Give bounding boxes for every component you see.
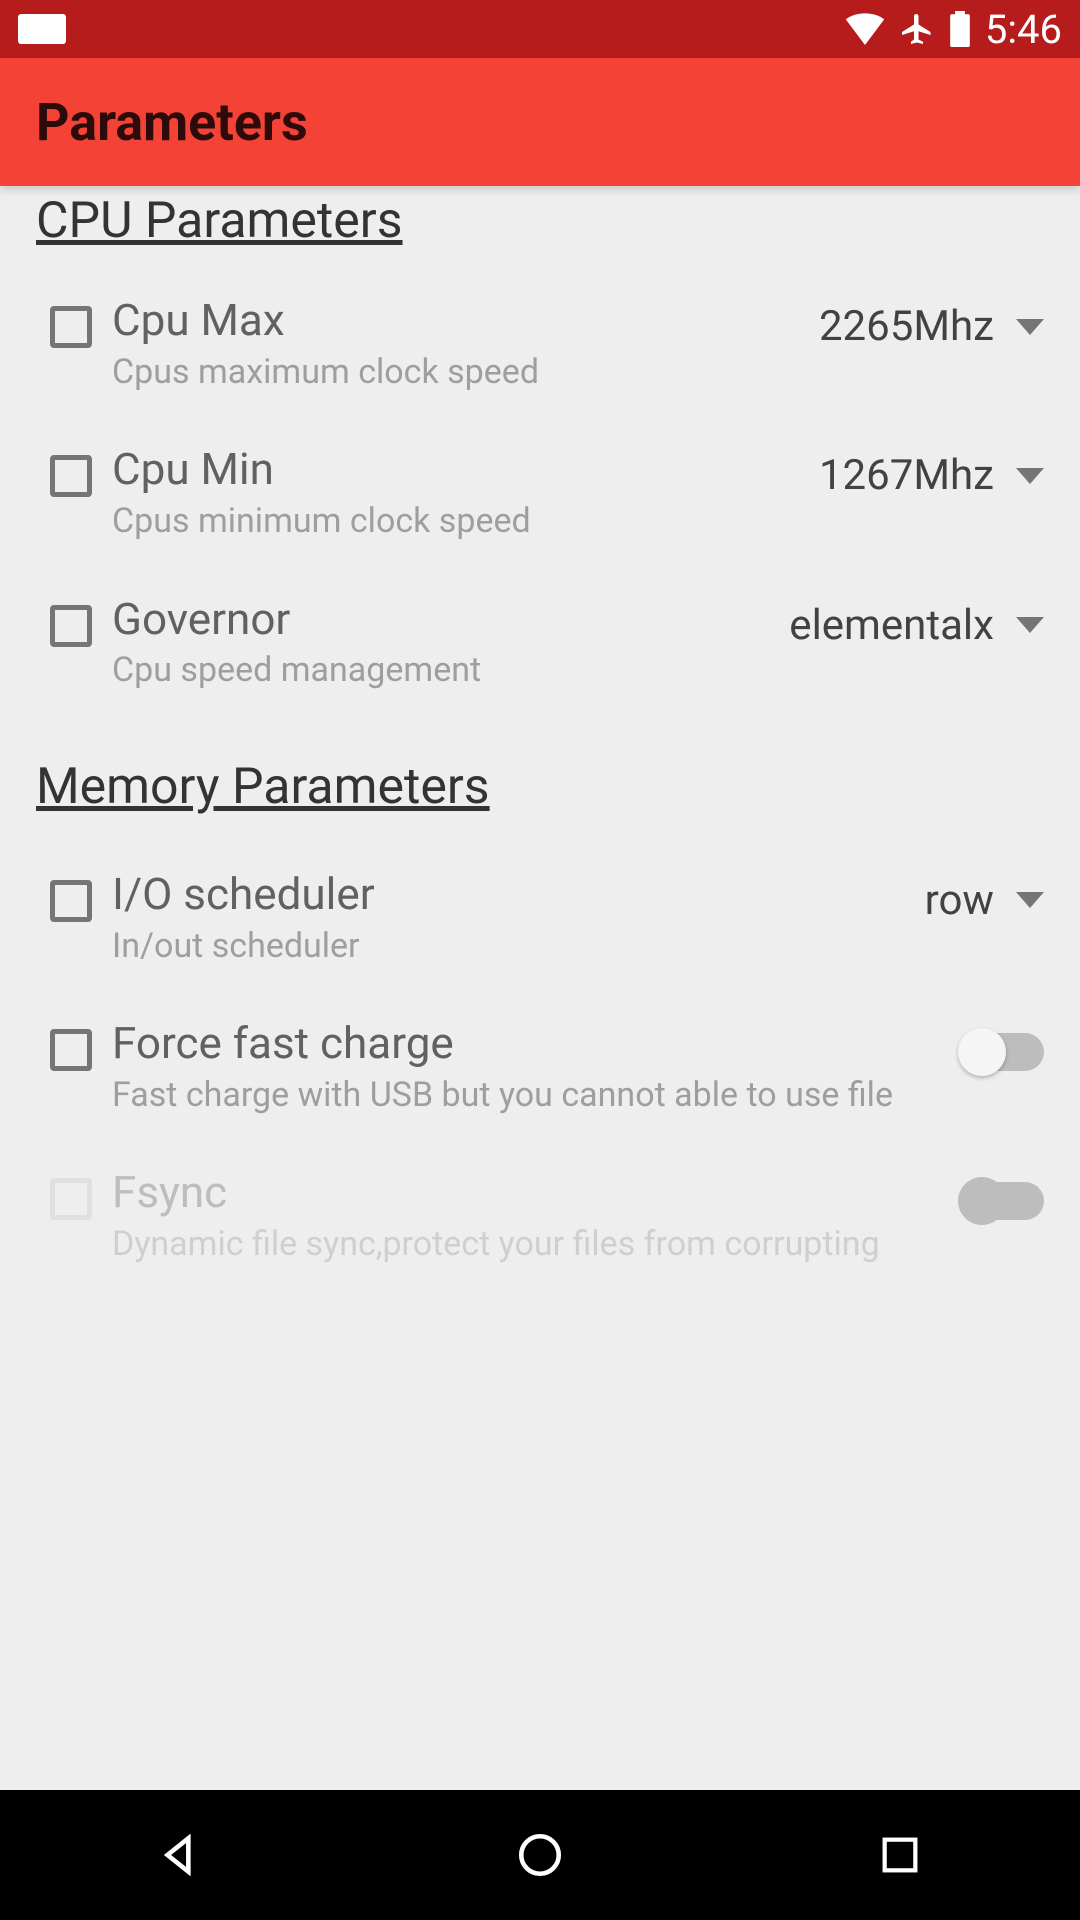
setting-text: Cpu Max Cpus maximum clock speed — [112, 294, 799, 393]
switch-knob — [958, 1177, 1006, 1225]
setting-sub: Cpus maximum clock speed — [112, 351, 789, 394]
checkbox-fast-charge[interactable] — [50, 1029, 92, 1071]
setting-sub: Cpus minimum clock speed — [112, 500, 789, 543]
setting-title: Cpu Min — [112, 443, 789, 496]
section-header-cpu: CPU Parameters — [0, 190, 1080, 270]
checkbox-io-scheduler[interactable] — [50, 880, 92, 922]
nav-recent-button[interactable] — [840, 1795, 960, 1915]
setting-cpu-min[interactable]: Cpu Min Cpus minimum clock speed 1267Mhz — [0, 419, 1080, 568]
nav-home-button[interactable] — [480, 1795, 600, 1915]
setting-title: Force fast charge — [112, 1017, 932, 1070]
switch-fast-charge[interactable] — [962, 1033, 1044, 1071]
battery-icon — [949, 11, 971, 47]
notification-icon — [18, 14, 66, 44]
chevron-down-icon — [1016, 892, 1044, 908]
home-icon — [515, 1830, 565, 1880]
setting-text: Force fast charge Fast charge with USB b… — [112, 1017, 942, 1116]
setting-fast-charge[interactable]: Force fast charge Fast charge with USB b… — [0, 993, 1080, 1142]
setting-title: Fsync — [112, 1166, 932, 1219]
setting-sub: Fast charge with USB but you cannot able… — [112, 1074, 932, 1117]
checkbox-governor[interactable] — [50, 605, 92, 647]
setting-text: Cpu Min Cpus minimum clock speed — [112, 443, 799, 542]
checkbox-fsync — [50, 1178, 92, 1220]
setting-text: I/O scheduler In/out scheduler — [112, 868, 905, 967]
value-text: 2265Mhz — [819, 302, 994, 351]
app-bar: Parameters — [0, 58, 1080, 186]
setting-governor[interactable]: Governor Cpu speed management elementalx — [0, 569, 1080, 718]
setting-fsync: Fsync Dynamic file sync,protect your fil… — [0, 1142, 1080, 1291]
setting-sub: Cpu speed management — [112, 649, 759, 692]
chevron-down-icon — [1016, 617, 1044, 633]
dropdown-cpu-max[interactable]: 2265Mhz — [819, 302, 1044, 351]
setting-title: Cpu Max — [112, 294, 789, 347]
chevron-down-icon — [1016, 319, 1044, 335]
switch-fsync — [962, 1182, 1044, 1220]
setting-cpu-max[interactable]: Cpu Max Cpus maximum clock speed 2265Mhz — [0, 270, 1080, 419]
setting-title: Governor — [112, 593, 759, 646]
wifi-icon — [845, 13, 885, 45]
status-left — [18, 14, 66, 44]
setting-text: Governor Cpu speed management — [112, 593, 769, 692]
nav-bar — [0, 1790, 1080, 1920]
checkbox-cpu-min[interactable] — [50, 455, 92, 497]
checkbox-cpu-max[interactable] — [50, 306, 92, 348]
setting-text: Fsync Dynamic file sync,protect your fil… — [112, 1166, 942, 1265]
chevron-down-icon — [1016, 468, 1044, 484]
airplane-icon — [899, 11, 935, 47]
dropdown-io-scheduler[interactable]: row — [925, 876, 1044, 925]
recent-icon — [877, 1832, 923, 1878]
value-text: 1267Mhz — [819, 451, 994, 500]
page-title: Parameters — [36, 92, 308, 153]
status-bar: 5:46 — [0, 0, 1080, 58]
section-header-memory: Memory Parameters — [0, 718, 1080, 844]
value-text: elementalx — [789, 601, 994, 650]
screen: 5:46 Parameters CPU Parameters Cpu Max C… — [0, 0, 1080, 1920]
content[interactable]: CPU Parameters Cpu Max Cpus maximum cloc… — [0, 186, 1080, 1790]
dropdown-governor[interactable]: elementalx — [789, 601, 1044, 650]
back-icon — [155, 1830, 205, 1880]
setting-io-scheduler[interactable]: I/O scheduler In/out scheduler row — [0, 844, 1080, 993]
setting-title: I/O scheduler — [112, 868, 895, 921]
switch-knob — [958, 1028, 1006, 1076]
setting-sub: Dynamic file sync,protect your files fro… — [112, 1223, 932, 1266]
nav-back-button[interactable] — [120, 1795, 240, 1915]
value-text: row — [925, 876, 994, 925]
setting-sub: In/out scheduler — [112, 925, 895, 968]
dropdown-cpu-min[interactable]: 1267Mhz — [819, 451, 1044, 500]
status-time: 5:46 — [985, 6, 1062, 53]
status-right: 5:46 — [845, 6, 1062, 53]
